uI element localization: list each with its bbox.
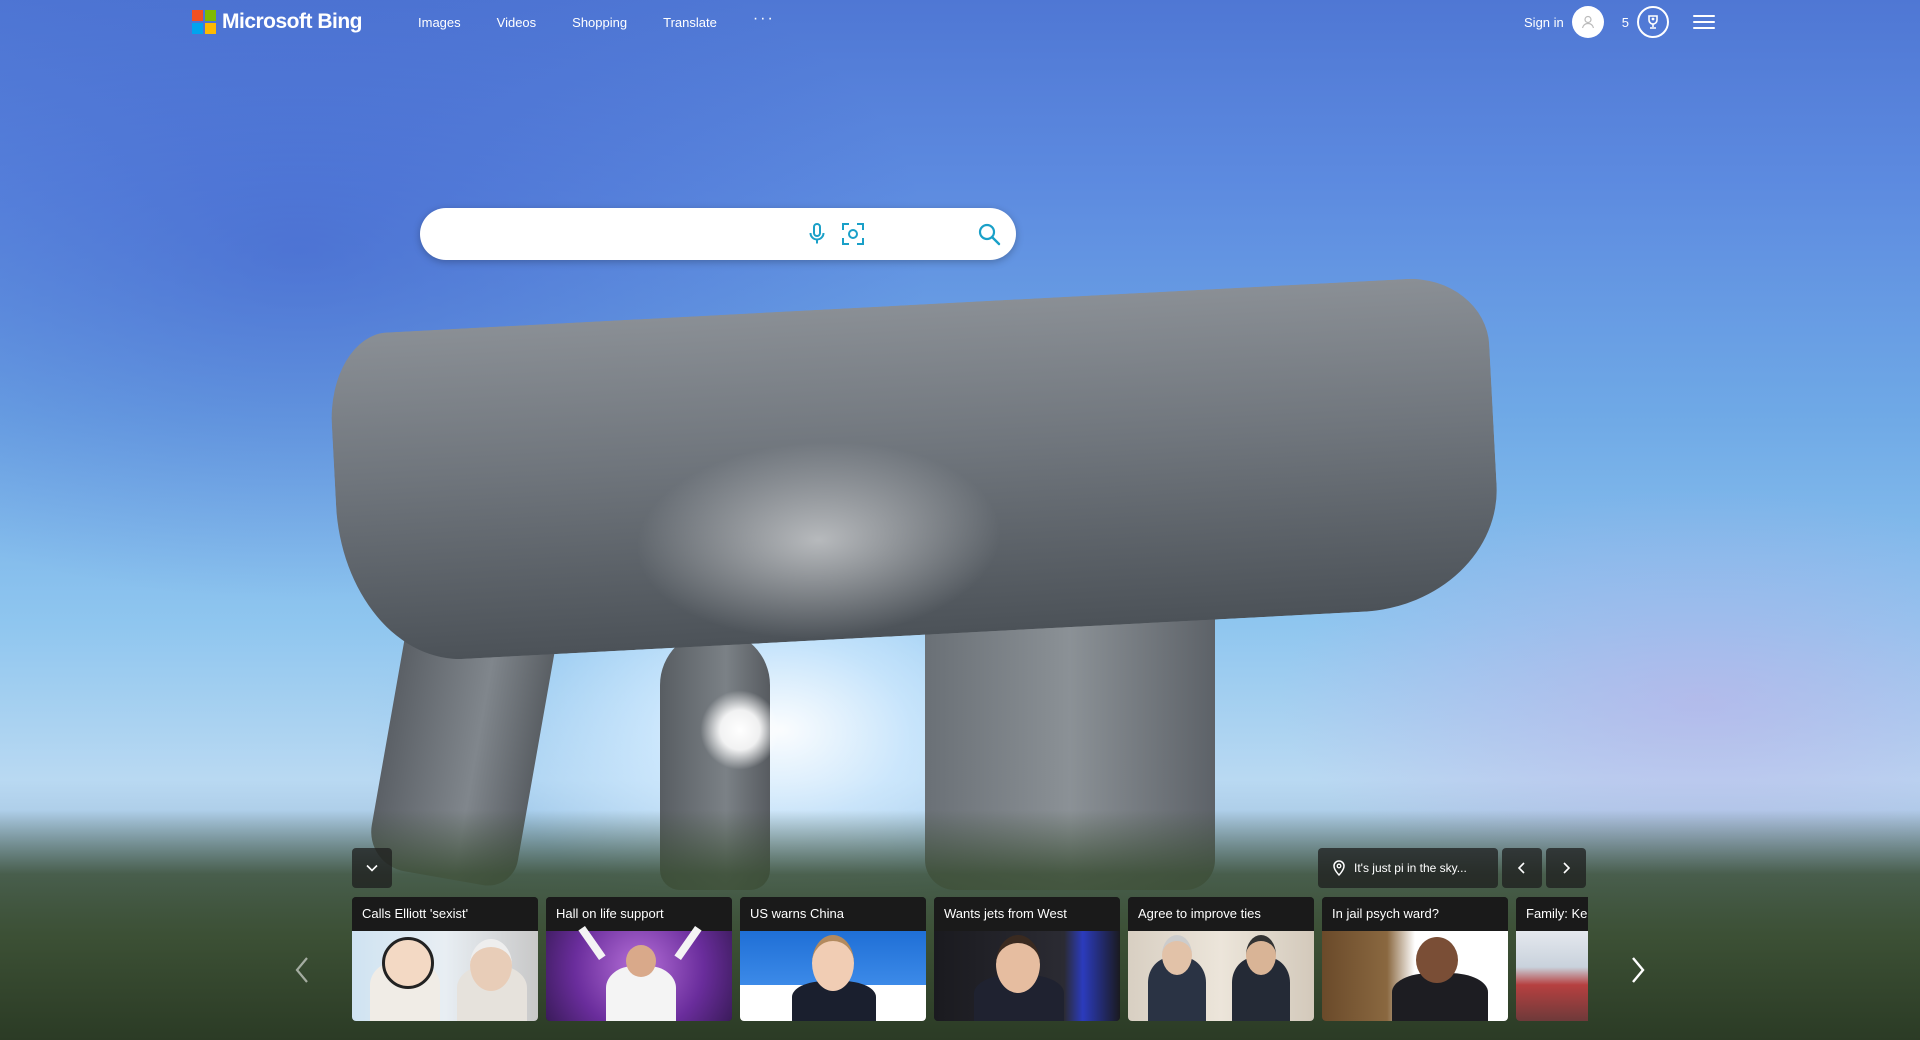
- collapse-feed-button[interactable]: [352, 848, 392, 888]
- image-info-link[interactable]: It's just pi in the sky...: [1318, 848, 1498, 888]
- background-image: [0, 0, 1920, 1040]
- logo-text: Microsoft Bing: [222, 10, 363, 33]
- chevron-right-icon: [1632, 957, 1645, 983]
- location-pin-icon: [1333, 860, 1345, 876]
- search-box: [420, 208, 1016, 262]
- news-card-title: Hall on life support: [546, 897, 732, 931]
- news-card-image: [1322, 931, 1508, 1021]
- hamburger-menu-icon[interactable]: [1693, 15, 1715, 29]
- rewards-button[interactable]: [1637, 6, 1669, 38]
- news-card-title: US warns China: [740, 897, 926, 931]
- news-carousel: Calls Elliott 'sexist' Hall on life supp…: [352, 897, 1588, 1021]
- news-card[interactable]: Agree to improve ties: [1128, 897, 1314, 1021]
- news-card-title: Wants jets from West: [934, 897, 1120, 931]
- news-card[interactable]: US warns China: [740, 897, 926, 1021]
- chevron-down-icon: [366, 864, 378, 872]
- chevron-right-icon: [1563, 862, 1571, 874]
- news-card-image: [352, 931, 538, 1021]
- chevron-left-icon: [1517, 862, 1525, 874]
- news-card[interactable]: In jail psych ward?: [1322, 897, 1508, 1021]
- nav-images[interactable]: Images: [418, 15, 461, 30]
- search-icon[interactable]: [976, 221, 1002, 247]
- rewards-points[interactable]: 5: [1622, 15, 1629, 30]
- news-card[interactable]: Family: Ke: [1516, 897, 1588, 1021]
- news-prev-arrow[interactable]: [287, 950, 317, 990]
- microphone-icon[interactable]: [804, 221, 830, 247]
- previous-image-button[interactable]: [1502, 848, 1542, 888]
- image-info-text: It's just pi in the sky...: [1354, 861, 1467, 875]
- nav-more-button[interactable]: ···: [753, 10, 775, 30]
- news-card-image: [1128, 931, 1314, 1021]
- news-card-image: [934, 931, 1120, 1021]
- bing-logo[interactable]: Microsoft Bing: [192, 10, 363, 34]
- news-next-arrow[interactable]: [1623, 950, 1653, 990]
- news-card[interactable]: Calls Elliott 'sexist': [352, 897, 538, 1021]
- avatar[interactable]: [1571, 6, 1604, 38]
- visual-search-icon[interactable]: [840, 221, 866, 247]
- news-card-title: Calls Elliott 'sexist': [352, 897, 538, 931]
- news-card-title: Agree to improve ties: [1128, 897, 1314, 931]
- news-card-title: Family: Ke: [1516, 897, 1588, 931]
- top-nav: Images Videos Shopping Translate ···: [418, 10, 811, 30]
- news-card-image: [1516, 931, 1588, 1021]
- news-card[interactable]: Hall on life support: [546, 897, 732, 1021]
- news-card-image: [546, 925, 732, 1021]
- nav-translate[interactable]: Translate: [663, 15, 717, 30]
- user-icon: [1581, 15, 1594, 29]
- chevron-left-icon: [295, 957, 308, 983]
- sun-glow: [700, 690, 780, 770]
- microsoft-logo-icon: [192, 10, 216, 34]
- nav-shopping[interactable]: Shopping: [572, 15, 627, 30]
- sign-in-link[interactable]: Sign in: [1524, 15, 1564, 30]
- trophy-icon: [1648, 15, 1658, 29]
- nav-videos[interactable]: Videos: [497, 15, 537, 30]
- news-card-image: [740, 931, 926, 1021]
- header-right: Sign in 5: [1524, 6, 1715, 38]
- news-card-title: In jail psych ward?: [1322, 897, 1508, 931]
- header: Microsoft Bing Images Videos Shopping Tr…: [0, 0, 1920, 46]
- news-card[interactable]: Wants jets from West: [934, 897, 1120, 1021]
- dolmen-capstone: [327, 274, 1503, 666]
- next-image-button[interactable]: [1546, 848, 1586, 888]
